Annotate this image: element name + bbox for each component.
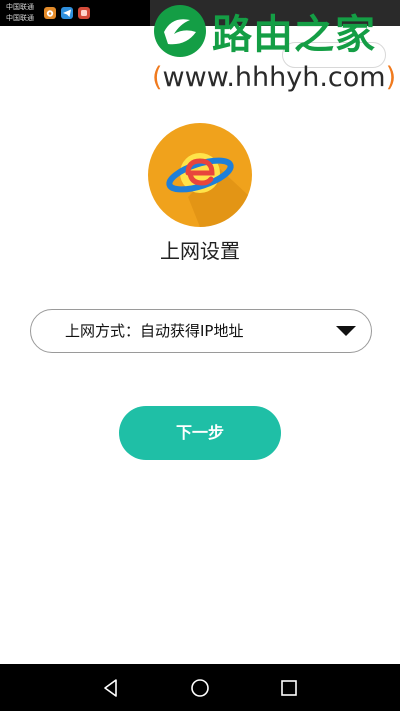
weibo-icon bbox=[44, 7, 56, 19]
connection-mode-label: 上网方式：自动获得IP地址 bbox=[65, 322, 244, 340]
next-step-button[interactable]: 下一步 bbox=[119, 406, 281, 460]
page-title: 上网设置 bbox=[160, 239, 240, 263]
dropdown-caret-icon bbox=[336, 326, 356, 336]
watermark-url-text: www.hhhyh.com bbox=[162, 62, 386, 93]
carrier-label-2: 中国联通 bbox=[6, 14, 34, 22]
watermark-paren-close: ) bbox=[385, 62, 397, 93]
telegram-icon bbox=[61, 7, 73, 19]
watermark-url: (www.hhhyh.com) bbox=[152, 62, 396, 93]
home-icon[interactable] bbox=[190, 678, 210, 698]
recent-apps-icon[interactable] bbox=[279, 678, 299, 698]
connection-mode-select[interactable]: 上网方式：自动获得IP地址 bbox=[30, 309, 372, 353]
watermark-paren-open: ( bbox=[152, 62, 163, 93]
carrier-label-1: 中国联通 bbox=[6, 3, 34, 11]
app-notification-icon bbox=[78, 7, 90, 19]
watermark-title: 路由之家 bbox=[212, 12, 376, 58]
watermark-logo-icon bbox=[150, 2, 210, 60]
browser-planet-icon bbox=[148, 123, 252, 227]
back-icon[interactable] bbox=[101, 678, 121, 698]
navigation-bar bbox=[0, 664, 400, 711]
